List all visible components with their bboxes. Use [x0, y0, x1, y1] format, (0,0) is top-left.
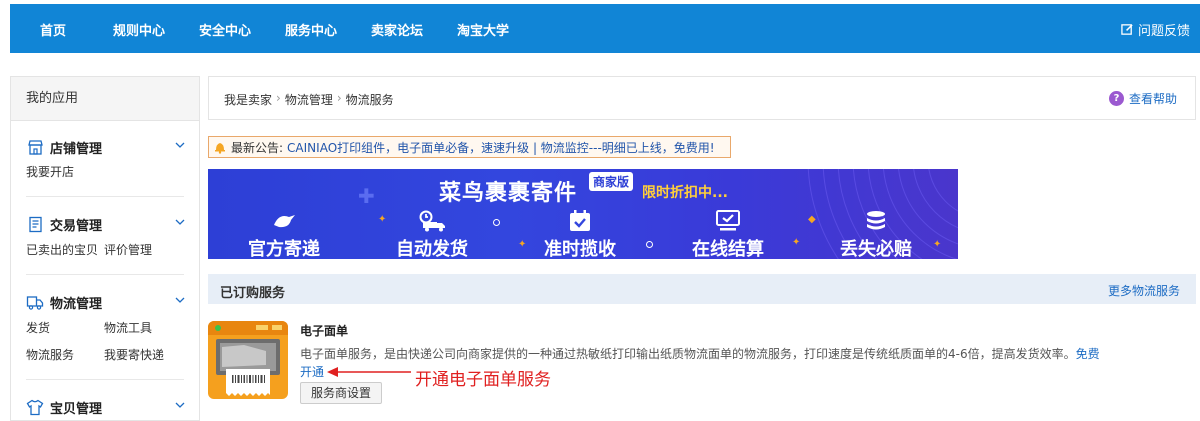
coins-icon — [861, 209, 891, 233]
sidebar-group-label: 交易管理 — [50, 218, 103, 234]
feature-label: 丢失必赔 — [840, 239, 912, 259]
free-label: 免费 — [1075, 347, 1100, 361]
question-icon: ? — [1108, 91, 1124, 106]
bell-icon — [215, 143, 225, 154]
sidebar-divider — [26, 274, 184, 275]
circle-decoration — [646, 241, 653, 248]
delivery-truck-icon — [417, 209, 447, 233]
sparkle-icon: ✦ — [792, 237, 801, 248]
breadcrumb-bar: 我是卖家 › 物流管理 › 物流服务 ? 查看帮助 — [208, 76, 1196, 120]
announcement-bar[interactable]: 最新公告: CAINIAO打印组件，电子面单必备，速速升级 | 物流监控---明… — [208, 136, 731, 158]
sidebar-group-label: 物流管理 — [50, 296, 103, 312]
service-description-text: 电子面单服务，是由快递公司向商家提供的一种通过热敏纸打印输出纸质物流面单的物流服… — [300, 347, 1076, 361]
announcement-text[interactable]: CAINIAO打印组件，电子面单必备，速速升级 | 物流监控---明细已上线，免… — [287, 139, 715, 156]
sidebar-link-logistics-service[interactable]: 物流服务 — [26, 346, 74, 363]
banner-promo: 限时折扣中... — [642, 185, 728, 201]
banner-title: 菜鸟裹裹寄件 — [439, 181, 578, 206]
breadcrumb-item-logistics-management[interactable]: 物流管理 — [285, 91, 333, 108]
e-waybill-printer-icon[interactable] — [208, 321, 288, 399]
nav-seller-forum[interactable]: 卖家论坛 — [371, 20, 423, 39]
sidebar-link-ship[interactable]: 发货 — [26, 319, 50, 336]
sidebar-link-reviews[interactable]: 评价管理 — [104, 241, 152, 258]
banner-feature-loss-compensation: 丢失必赔 — [840, 209, 912, 259]
breadcrumb-item-seller[interactable]: 我是卖家 — [224, 91, 272, 108]
sparkle-icon: ✦ — [518, 239, 527, 250]
banner-feature-official-delivery: 官方寄递 — [248, 209, 320, 259]
breadcrumb-separator: › — [276, 91, 281, 105]
announcement-label: 最新公告: — [231, 140, 284, 155]
sidebar-group-label: 店铺管理 — [50, 141, 103, 157]
red-arrow-icon — [327, 367, 411, 377]
banner-feature-online-settlement: 在线结算 — [692, 209, 764, 259]
feature-label: 自动发货 — [396, 239, 468, 259]
feedback-label: 问题反馈 — [1137, 24, 1190, 39]
shop-icon — [26, 138, 44, 156]
nav-security-center[interactable]: 安全中心 — [199, 20, 251, 39]
document-icon — [26, 215, 44, 233]
chevron-down-icon[interactable] — [174, 399, 186, 411]
sparkle-icon: ✦ — [933, 239, 942, 250]
breadcrumb-separator: › — [336, 91, 342, 105]
subscribed-services-header: 已订购服务 更多物流服务 — [208, 274, 1196, 304]
help-label: 查看帮助 — [1128, 92, 1177, 106]
sidebar-group-shop[interactable]: 店铺管理 我要开店 — [26, 137, 186, 179]
chevron-down-icon[interactable] — [174, 216, 186, 228]
monitor-check-icon — [713, 209, 743, 233]
truck-icon — [26, 293, 44, 311]
edit-icon — [1121, 24, 1133, 35]
sidebar-divider — [26, 379, 184, 380]
provider-settings-button[interactable]: 服务商设置 — [300, 382, 382, 404]
sidebar-group-label: 宝贝管理 — [50, 401, 103, 417]
nav-rules-center[interactable]: 规则中心 — [113, 20, 165, 39]
calendar-check-icon — [565, 209, 595, 233]
nav-home[interactable]: 首页 — [40, 20, 66, 39]
chevron-down-icon[interactable] — [174, 139, 186, 151]
help-link[interactable]: ? 查看帮助 — [1108, 90, 1177, 107]
sidebar-title: 我的应用 — [11, 77, 199, 121]
bird-icon — [269, 209, 299, 233]
sidebar-link-logistics-tools[interactable]: 物流工具 — [104, 319, 152, 336]
banner-tag: 商家版 — [589, 172, 634, 191]
feature-label: 准时揽收 — [544, 239, 616, 259]
more-logistics-services-link[interactable]: 更多物流服务 — [1108, 282, 1180, 299]
sparkle-icon: ◆ — [808, 214, 816, 225]
sparkle-icon: ✦ — [378, 214, 387, 225]
sidebar-group-header[interactable]: 交易管理 — [26, 214, 186, 234]
sidebar-group-header[interactable]: 物流管理 — [26, 292, 186, 312]
banner-feature-auto-ship: 自动发货 — [396, 209, 468, 259]
sidebar-link-sold-items[interactable]: 已卖出的宝贝 — [26, 241, 98, 258]
sidebar: 我的应用 店铺管理 我要开店 交易管理 已卖出的宝贝 评价管理 物流管理 发货 … — [10, 76, 200, 421]
annotation-label: 开通电子面单服务 — [415, 370, 551, 390]
sidebar-group-items[interactable]: 宝贝管理 — [26, 397, 186, 417]
section-title: 已订购服务 — [220, 286, 286, 301]
sparkle-icon: ✚ — [358, 184, 375, 208]
chevron-down-icon[interactable] — [174, 294, 186, 306]
breadcrumb: 我是卖家 › 物流管理 › 物流服务 — [224, 91, 394, 108]
cainiao-promo-banner[interactable]: 菜鸟裹裹寄件 商家版 限时折扣中... ✦ ✦ ◆ ✦ ✦ ✚ 官方寄递 自动发… — [208, 169, 958, 259]
sidebar-group-logistics[interactable]: 物流管理 发货 物流工具 物流服务 我要寄快递 — [26, 292, 186, 362]
sidebar-link-send-express[interactable]: 我要寄快递 — [104, 346, 164, 363]
sidebar-group-header[interactable]: 店铺管理 — [26, 137, 186, 157]
feature-label: 在线结算 — [692, 239, 764, 259]
sidebar-link-open-shop[interactable]: 我要开店 — [26, 163, 74, 180]
circle-decoration — [493, 219, 500, 226]
banner-feature-on-time-pickup: 准时揽收 — [544, 209, 616, 259]
nav-service-center[interactable]: 服务中心 — [285, 20, 337, 39]
nav-taobao-university[interactable]: 淘宝大学 — [457, 20, 509, 39]
feature-label: 官方寄递 — [248, 239, 320, 259]
feedback-link[interactable]: 问题反馈 — [1121, 20, 1190, 39]
top-navigation-bar: 首页 规则中心 安全中心 服务中心 卖家论坛 淘宝大学 问题反馈 — [10, 4, 1200, 53]
shirt-icon — [26, 398, 44, 416]
sidebar-group-trade[interactable]: 交易管理 已卖出的宝贝 评价管理 — [26, 214, 186, 257]
breadcrumb-item-logistics-service: 物流服务 — [345, 93, 394, 107]
service-name[interactable]: 电子面单 — [300, 322, 348, 339]
sidebar-divider — [26, 196, 184, 197]
sidebar-group-header[interactable]: 宝贝管理 — [26, 397, 186, 417]
open-service-link[interactable]: 开通 — [300, 365, 324, 379]
